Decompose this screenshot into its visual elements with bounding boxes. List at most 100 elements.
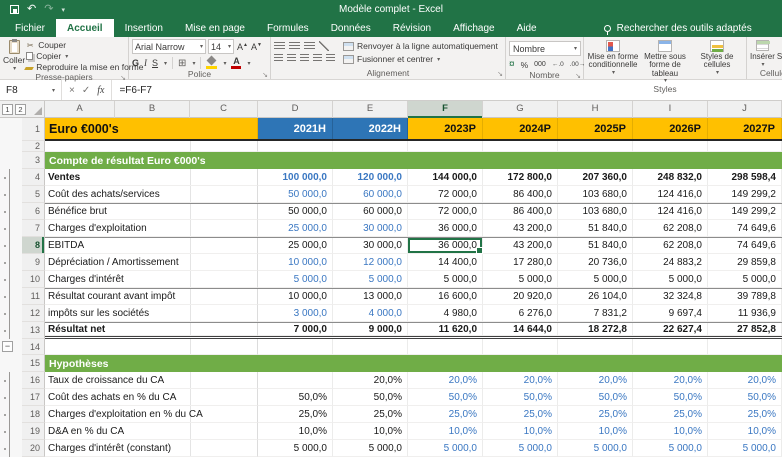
cell-A1[interactable]: Euro €000's xyxy=(45,118,258,139)
cell-I6[interactable]: 124 416,0 xyxy=(633,204,708,220)
cell-D13[interactable]: 7 000,0 xyxy=(258,323,333,336)
cell-F20[interactable]: 5 000,0 xyxy=(408,440,483,457)
bold-button[interactable]: G xyxy=(132,58,139,68)
cell-A4[interactable]: Ventes xyxy=(45,169,258,186)
cell-I11[interactable]: 32 324,8 xyxy=(633,289,708,305)
tab-révision[interactable]: Révision xyxy=(382,19,442,37)
cell-H2[interactable] xyxy=(558,141,633,152)
cell-I8[interactable]: 62 208,0 xyxy=(633,238,708,254)
cell-E8[interactable]: 30 000,0 xyxy=(333,238,408,254)
cell-H5[interactable]: 103 680,0 xyxy=(558,186,633,203)
cell-G7[interactable]: 43 200,0 xyxy=(483,220,558,237)
cell-F4[interactable]: 144 000,0 xyxy=(408,169,483,186)
column-header-G[interactable]: G xyxy=(483,101,558,118)
delete-cells-button[interactable]: Supprimer ▾ xyxy=(777,39,782,68)
cell-F18[interactable]: 25,0% xyxy=(408,406,483,423)
row-header-1[interactable]: 1 xyxy=(22,118,45,141)
wrap-text-button[interactable]: Renvoyer à la ligne automatiquement xyxy=(343,41,498,51)
cell-E9[interactable]: 12 000,0 xyxy=(333,254,408,271)
cell-D5[interactable]: 50 000,0 xyxy=(258,186,333,203)
align-right-icon[interactable] xyxy=(300,54,309,63)
row-header-15[interactable]: 15 xyxy=(22,355,45,372)
cell-A10[interactable]: Charges d'intérêt xyxy=(45,271,258,288)
cell-J13[interactable]: 27 852,8 xyxy=(708,323,782,336)
cell-F8[interactable]: 36 000,0 xyxy=(408,238,483,254)
cell-J1[interactable]: 2027P xyxy=(708,118,782,139)
cell-H6[interactable]: 103 680,0 xyxy=(558,204,633,220)
cell-F12[interactable]: 4 980,0 xyxy=(408,305,483,322)
cell-I20[interactable]: 5 000,0 xyxy=(633,440,708,457)
cell-G17[interactable]: 50,0% xyxy=(483,389,558,406)
cell-A2[interactable] xyxy=(45,141,258,152)
column-header-B[interactable]: B xyxy=(115,101,190,118)
cell-G6[interactable]: 86 400,0 xyxy=(483,204,558,220)
column-header-J[interactable]: J xyxy=(708,101,782,118)
outline-level-1-button[interactable]: 1 xyxy=(2,104,13,115)
cell-J18[interactable]: 25,0% xyxy=(708,406,782,423)
row-header-16[interactable]: 16 xyxy=(22,372,45,389)
dialog-launcher-font[interactable]: ↘ xyxy=(262,72,268,79)
tab-fichier[interactable]: Fichier xyxy=(4,19,56,37)
cell-E13[interactable]: 9 000,0 xyxy=(333,323,408,336)
format-as-table-button[interactable]: Mettre sous forme de tableau▾ xyxy=(639,39,691,84)
cell-G20[interactable]: 5 000,0 xyxy=(483,440,558,457)
cell-E20[interactable]: 5 000,0 xyxy=(333,440,408,457)
tell-me-search[interactable]: Rechercher des outils adaptés xyxy=(604,19,752,37)
row-header-10[interactable]: 10 xyxy=(22,271,45,288)
cell-G8[interactable]: 43 200,0 xyxy=(483,238,558,254)
insert-function-icon[interactable]: fx xyxy=(97,85,104,96)
cell-F19[interactable]: 10,0% xyxy=(408,423,483,440)
cell-A16[interactable]: Taux de croissance du CA xyxy=(45,372,258,389)
cell-I19[interactable]: 10,0% xyxy=(633,423,708,440)
cell-H10[interactable]: 5 000,0 xyxy=(558,271,633,288)
conditional-formatting-button[interactable]: Mise en forme conditionnelle▾ xyxy=(587,39,639,76)
row-header-5[interactable]: 5 xyxy=(22,186,45,203)
select-all-corner[interactable] xyxy=(26,101,45,117)
cell-J2[interactable] xyxy=(708,141,782,152)
cell-H20[interactable]: 5 000,0 xyxy=(558,440,633,457)
cell-G13[interactable]: 14 644,0 xyxy=(483,323,558,336)
cell-E5[interactable]: 60 000,0 xyxy=(333,186,408,203)
cell-I9[interactable]: 24 883,2 xyxy=(633,254,708,271)
cell-G14[interactable] xyxy=(483,339,558,355)
align-center-icon[interactable] xyxy=(287,54,296,63)
cell-G11[interactable]: 20 920,0 xyxy=(483,289,558,305)
cell-G1[interactable]: 2024P xyxy=(483,118,558,139)
tab-mise-en-page[interactable]: Mise en page xyxy=(174,19,256,37)
column-header-H[interactable]: H xyxy=(558,101,633,118)
cell-D11[interactable]: 10 000,0 xyxy=(258,289,333,305)
cell-E17[interactable]: 50,0% xyxy=(333,389,408,406)
cell-J14[interactable] xyxy=(708,339,782,355)
cell-A19[interactable]: D&A en % du CA xyxy=(45,423,258,440)
row-header-11[interactable]: 11 xyxy=(22,288,45,305)
shrink-font-button[interactable]: A▼ xyxy=(251,42,262,52)
cell-A18[interactable]: Charges d'exploitation en % du CA xyxy=(45,406,258,423)
cell-J17[interactable]: 50,0% xyxy=(708,389,782,406)
row-header-20[interactable]: 20 xyxy=(22,440,45,457)
cell-G5[interactable]: 86 400,0 xyxy=(483,186,558,203)
cell-J7[interactable]: 74 649,6 xyxy=(708,220,782,237)
cell-F5[interactable]: 72 000,0 xyxy=(408,186,483,203)
cell-E18[interactable]: 25,0% xyxy=(333,406,408,423)
cell-A14[interactable] xyxy=(45,339,258,355)
cell-I13[interactable]: 22 627,4 xyxy=(633,323,708,336)
cell-F14[interactable] xyxy=(408,339,483,355)
cell-I16[interactable]: 20,0% xyxy=(633,372,708,389)
cell-D4[interactable]: 100 000,0 xyxy=(258,169,333,186)
cell-F2[interactable] xyxy=(408,141,483,152)
cell-D9[interactable]: 10 000,0 xyxy=(258,254,333,271)
align-left-icon[interactable] xyxy=(274,54,283,63)
cell-H16[interactable]: 20,0% xyxy=(558,372,633,389)
cell-H1[interactable]: 2025P xyxy=(558,118,633,139)
italic-button[interactable]: I xyxy=(144,58,147,68)
cell-G18[interactable]: 25,0% xyxy=(483,406,558,423)
cell-E7[interactable]: 30 000,0 xyxy=(333,220,408,237)
cell-F6[interactable]: 72 000,0 xyxy=(408,204,483,220)
outline-collapse-button[interactable]: − xyxy=(2,341,13,352)
cell-J12[interactable]: 11 936,9 xyxy=(708,305,782,322)
cell-H14[interactable] xyxy=(558,339,633,355)
align-middle-icon[interactable] xyxy=(289,42,300,51)
cell-H17[interactable]: 50,0% xyxy=(558,389,633,406)
tab-accueil[interactable]: Accueil xyxy=(56,19,114,37)
cell-I17[interactable]: 50,0% xyxy=(633,389,708,406)
